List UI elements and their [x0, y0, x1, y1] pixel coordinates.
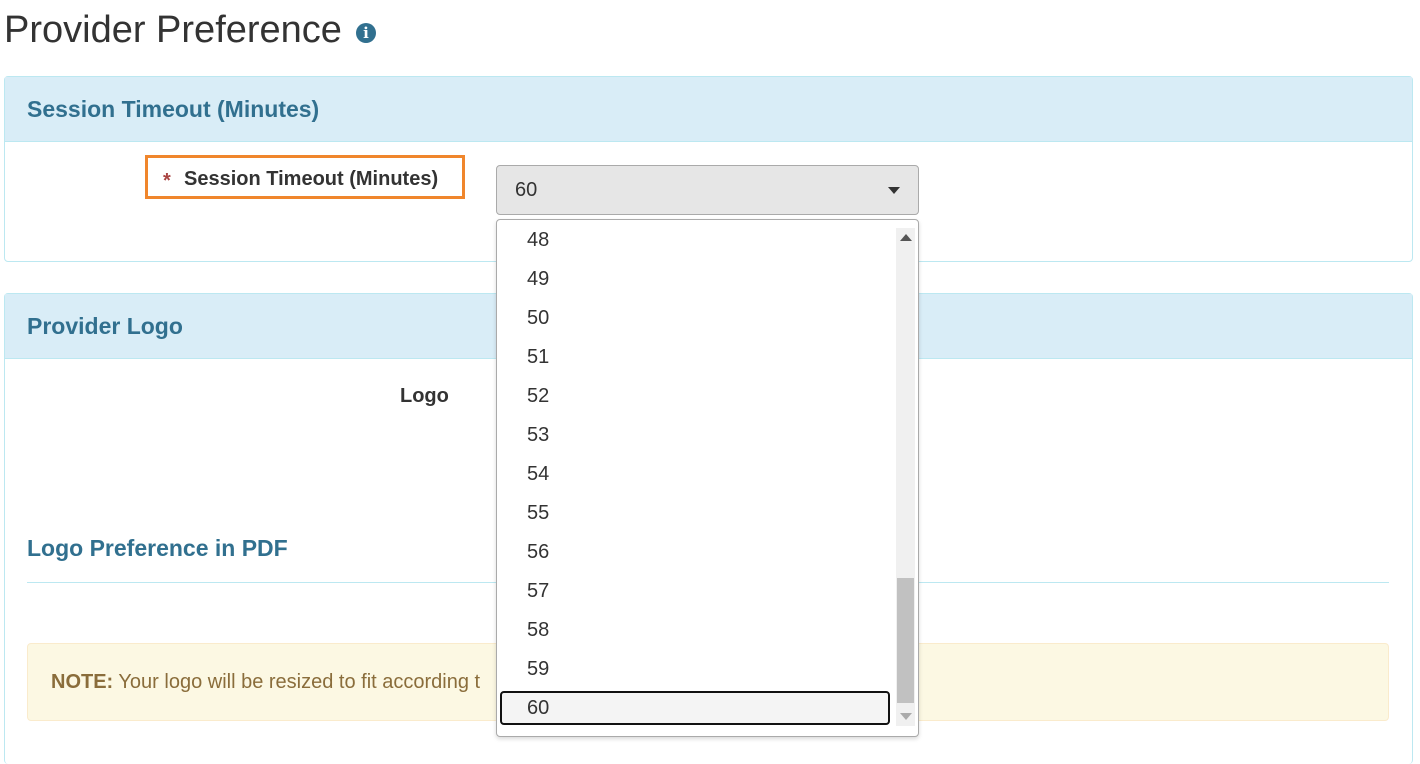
session-timeout-dropdown-list[interactable]: 48 49 50 51 52 53 54 55 56 57 58 59 60: [496, 219, 919, 737]
option-60-selected[interactable]: 60: [500, 691, 890, 725]
option-57[interactable]: 57: [500, 574, 890, 608]
option-55[interactable]: 55: [500, 496, 890, 530]
option-51[interactable]: 51: [500, 340, 890, 374]
session-timeout-select[interactable]: 60: [496, 165, 919, 215]
option-52[interactable]: 52: [500, 379, 890, 413]
session-timeout-panel-heading: Session Timeout (Minutes): [5, 77, 1412, 142]
option-53[interactable]: 53: [500, 418, 890, 452]
page-title-text: Provider Preference: [4, 9, 342, 51]
dropdown-scrollbar[interactable]: [896, 228, 915, 726]
option-48[interactable]: 48: [500, 223, 890, 257]
info-icon[interactable]: i: [355, 23, 376, 43]
note-text: Your logo will be resized to fit accordi…: [118, 671, 481, 693]
note-label: NOTE:: [51, 671, 114, 693]
option-54[interactable]: 54: [500, 457, 890, 491]
page-title: Provider Preference i: [4, 8, 376, 52]
session-timeout-label: Session Timeout (Minutes): [184, 168, 439, 190]
option-58[interactable]: 58: [500, 613, 890, 647]
required-asterisk: *: [163, 170, 171, 192]
scrollbar-thumb[interactable]: [897, 578, 914, 703]
option-59[interactable]: 59: [500, 652, 890, 686]
chevron-down-icon: [888, 187, 900, 194]
option-56[interactable]: 56: [500, 535, 890, 569]
option-50[interactable]: 50: [500, 301, 890, 335]
option-49[interactable]: 49: [500, 262, 890, 296]
logo-preference-heading: Logo Preference in PDF: [27, 535, 288, 561]
scroll-up-arrow-icon[interactable]: [900, 234, 912, 241]
session-timeout-selected-value: 60: [515, 179, 538, 201]
scroll-down-arrow-icon[interactable]: [900, 713, 912, 720]
logo-label: Logo: [400, 385, 449, 407]
